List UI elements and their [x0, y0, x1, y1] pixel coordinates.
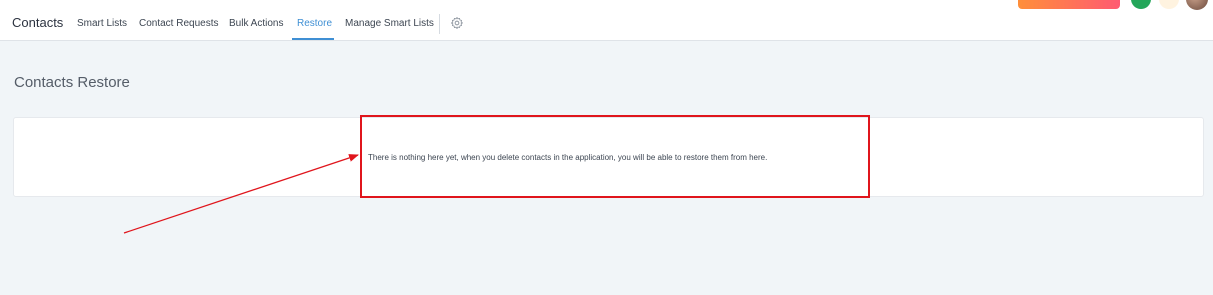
annotation-arrow: [123, 154, 359, 234]
